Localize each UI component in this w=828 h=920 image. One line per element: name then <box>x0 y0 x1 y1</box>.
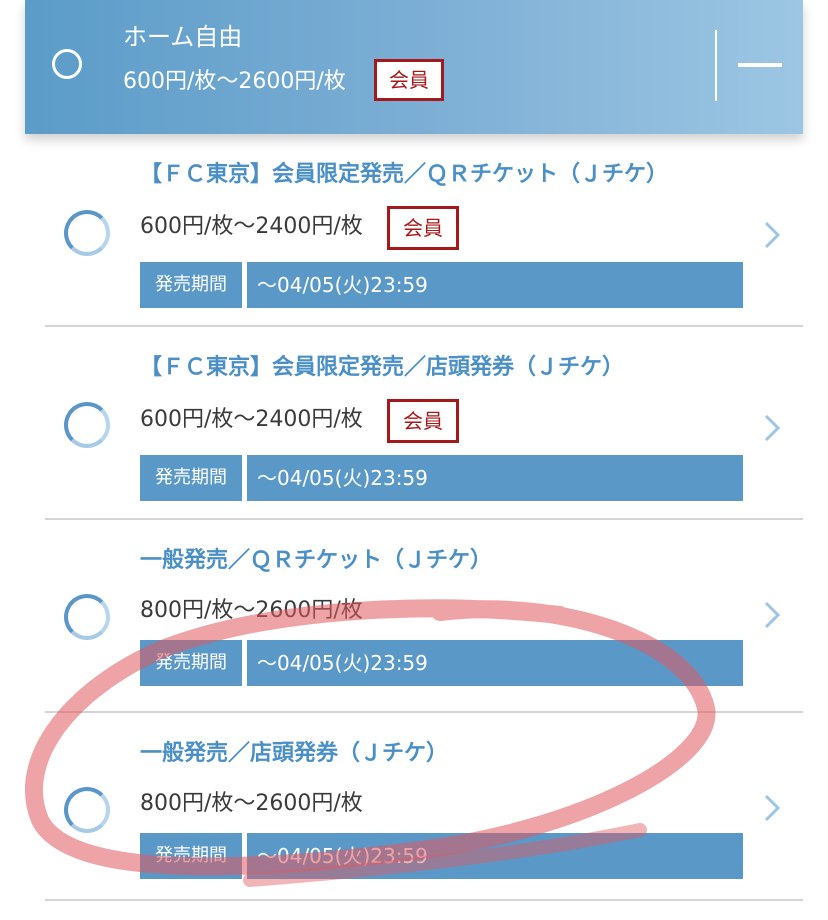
option-price-range: 600円/枚〜2400円/枚 <box>140 214 363 239</box>
option-name: 一般発売／ＱＲチケット（Ｊチケ） <box>140 548 493 573</box>
ticket-option-row[interactable]: 一般発売／ＱＲチケット（Ｊチケ） 800円/枚〜2600円/枚 発売期間 〜04… <box>45 520 803 713</box>
ticket-option-row[interactable]: 【ＦＣ東京】会員限定発売／ＱＲチケット（Ｊチケ） 600円/枚〜2400円/枚 … <box>45 134 803 327</box>
ticket-option-row[interactable]: 一般発売／店頭発券（Ｊチケ） 800円/枚〜2600円/枚 発売期間 〜04/0… <box>45 713 803 901</box>
sale-period-value: 〜04/05(火)23:59 <box>247 833 743 879</box>
option-name: 【ＦＣ東京】会員限定発売／店頭発券（Ｊチケ） <box>140 355 625 380</box>
sale-period-label: 発売期間 <box>140 640 242 686</box>
sale-period-label: 発売期間 <box>140 833 242 879</box>
chevron-right-icon[interactable] <box>761 600 783 630</box>
collapse-minus-icon[interactable] <box>738 63 782 67</box>
option-radio-button[interactable] <box>64 594 110 640</box>
option-radio-button[interactable] <box>64 787 110 833</box>
seat-category-header[interactable]: ホーム自由 600円/枚〜2600円/枚 会員 <box>25 0 803 134</box>
sale-period-label: 発売期間 <box>140 455 242 501</box>
option-name: 【ＦＣ東京】会員限定発売／ＱＲチケット（Ｊチケ） <box>140 162 669 187</box>
ticket-option-row[interactable]: 【ＦＣ東京】会員限定発売／店頭発券（Ｊチケ） 600円/枚〜2400円/枚 会員… <box>45 327 803 520</box>
category-radio-button[interactable] <box>52 49 82 79</box>
sale-period-value: 〜04/05(火)23:59 <box>247 262 743 308</box>
sale-period-value: 〜04/05(火)23:59 <box>247 455 743 501</box>
option-price-range: 800円/枚〜2600円/枚 <box>140 598 363 623</box>
member-badge: 会員 <box>387 206 459 250</box>
sale-period-value: 〜04/05(火)23:59 <box>247 640 743 686</box>
option-radio-button[interactable] <box>64 210 110 256</box>
sale-period-label: 発売期間 <box>140 262 242 308</box>
ticket-option-list: 【ＦＣ東京】会員限定発売／ＱＲチケット（Ｊチケ） 600円/枚〜2400円/枚 … <box>45 134 803 901</box>
member-badge: 会員 <box>387 399 459 443</box>
ticket-selection-page: ホーム自由 600円/枚〜2600円/枚 会員 【ＦＣ東京】会員限定発売／ＱＲチ… <box>0 0 828 920</box>
chevron-right-icon[interactable] <box>761 220 783 250</box>
member-badge: 会員 <box>374 59 444 101</box>
option-price-range: 600円/枚〜2400円/枚 <box>140 407 363 432</box>
category-title: ホーム自由 <box>123 23 243 51</box>
option-radio-button[interactable] <box>64 402 110 448</box>
chevron-right-icon[interactable] <box>761 793 783 823</box>
option-price-range: 800円/枚〜2600円/枚 <box>140 791 363 816</box>
option-name: 一般発売／店頭発券（Ｊチケ） <box>140 741 449 766</box>
category-price-range: 600円/枚〜2600円/枚 <box>123 69 346 94</box>
header-divider <box>715 30 717 101</box>
chevron-right-icon[interactable] <box>761 413 783 443</box>
